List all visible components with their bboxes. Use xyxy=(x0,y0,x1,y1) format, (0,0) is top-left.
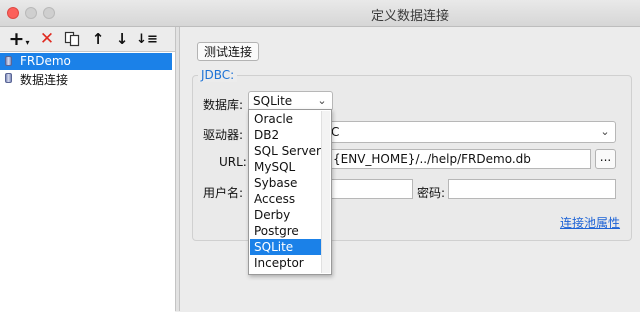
plus-icon: + xyxy=(8,28,25,50)
delete-icon: ✕ xyxy=(39,29,55,49)
dropdown-option-sqlite[interactable]: SQLite xyxy=(250,239,322,255)
database-icon xyxy=(5,56,12,66)
copy-icon xyxy=(64,31,80,47)
browse-button[interactable]: ... xyxy=(595,149,616,169)
sort-button[interactable]: ↓≡ xyxy=(136,30,158,48)
minimize-window-button[interactable] xyxy=(25,7,37,19)
arrow-down-icon: ↓ xyxy=(115,30,129,48)
driver-label: 驱动器: xyxy=(203,128,244,142)
add-connection-button[interactable]: + ▾ xyxy=(6,28,32,50)
copy-connection-button[interactable] xyxy=(63,30,81,48)
caret-down-icon: ▾ xyxy=(25,37,30,47)
delete-connection-button[interactable]: ✕ xyxy=(38,29,56,49)
dropdown-option-sql-server[interactable]: SQL Server xyxy=(250,143,322,159)
dropdown-option-access[interactable]: Access xyxy=(250,191,322,207)
password-label: 密码: xyxy=(417,186,446,200)
database-dropdown-list: Oracle DB2 SQL Server MySQL Sybase Acces… xyxy=(248,109,332,275)
tree-item-label: FRDemo xyxy=(20,54,71,68)
connection-list-pane: + ▾ ✕ ↑ ↓ ↓≡ FRDemo 数据连接 xyxy=(0,27,175,312)
dropdown-option-sybase[interactable]: Sybase xyxy=(250,175,322,191)
dropdown-option-postgre[interactable]: Postgre xyxy=(250,223,322,239)
password-input[interactable] xyxy=(448,179,616,199)
move-up-button[interactable]: ↑ xyxy=(89,30,107,48)
url-input-value: {ENV_HOME}/../help/FRDemo.db xyxy=(333,152,531,166)
chevron-down-icon: ⌄ xyxy=(317,94,327,107)
dropdown-option-db2[interactable]: DB2 xyxy=(250,127,322,143)
connection-tree: FRDemo 数据连接 xyxy=(0,51,175,312)
database-select[interactable]: SQLite ⌄ xyxy=(248,91,333,111)
list-toolbar: + ▾ ✕ ↑ ↓ ↓≡ xyxy=(0,27,175,51)
dropdown-scrollbar[interactable] xyxy=(321,111,330,273)
dropdown-option-oracle[interactable]: Oracle xyxy=(250,111,322,127)
jdbc-group-title: JDBC: xyxy=(198,68,238,82)
database-icon xyxy=(5,73,12,83)
arrow-up-icon: ↑ xyxy=(91,30,105,48)
tree-item-label: 数据连接 xyxy=(20,73,69,87)
tree-item-data-connection[interactable]: 数据连接 xyxy=(0,70,172,87)
title-bar: 定义数据连接 xyxy=(0,0,640,27)
dropdown-option-derby[interactable]: Derby xyxy=(250,207,322,223)
connection-pool-link[interactable]: 连接池属性 xyxy=(560,214,620,231)
test-connection-button[interactable]: 测试连接 xyxy=(197,42,259,61)
url-label: URL: xyxy=(219,155,247,169)
dropdown-option-mysql[interactable]: MySQL xyxy=(250,159,322,175)
sort-icon: ↓≡ xyxy=(136,31,158,47)
move-down-button[interactable]: ↓ xyxy=(113,30,131,48)
tree-item-frdemo[interactable]: FRDemo xyxy=(0,53,172,70)
database-select-value: SQLite xyxy=(253,94,293,108)
username-label: 用户名: xyxy=(203,186,244,200)
window-title: 定义数据连接 xyxy=(370,9,449,24)
database-label: 数据库: xyxy=(203,98,244,112)
zoom-window-button[interactable] xyxy=(43,7,55,19)
chevron-down-icon: ⌄ xyxy=(600,125,610,138)
close-window-button[interactable] xyxy=(7,7,19,19)
dropdown-option-inceptor[interactable]: Inceptor xyxy=(250,255,322,271)
pane-splitter[interactable] xyxy=(175,27,180,311)
driver-select-value: C xyxy=(331,125,340,139)
